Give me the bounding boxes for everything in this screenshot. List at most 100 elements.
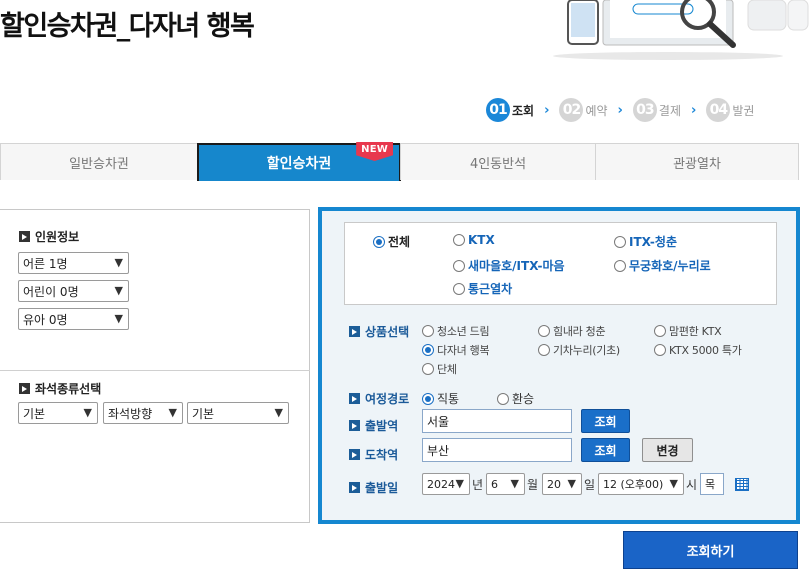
reservation-steps: 01 조회 › 02 예약 › 03 결제 › 04 발권	[486, 96, 764, 124]
monitor-magnifier-illustration	[553, 0, 809, 60]
day-select[interactable]: 20 ▼	[542, 473, 582, 495]
radio-label: KTX 5000 특가	[669, 344, 742, 357]
hour-select[interactable]: 12 (오후00) ▼	[598, 473, 684, 495]
label-text: 여정경로	[365, 392, 410, 406]
arrow-bullet-icon	[349, 420, 360, 431]
radio-product-ktx5000[interactable]: KTX 5000 특가	[654, 342, 742, 358]
chevron-right-icon: ›	[544, 102, 550, 118]
radio-label: 통근열차	[468, 282, 513, 296]
radio-circle	[614, 259, 626, 272]
weekday-display: 목	[700, 473, 724, 495]
infant-count-select[interactable]: 유아 0명 ▼	[18, 308, 129, 330]
swap-stations-button[interactable]: 변경	[642, 438, 693, 462]
radio-circle	[453, 259, 465, 272]
chevron-right-icon: ›	[617, 102, 623, 118]
product-label: 상품선택	[349, 323, 409, 340]
radio-label: 직통	[437, 392, 460, 406]
select-value: 6	[491, 477, 498, 491]
section-label: 인원정보	[35, 230, 80, 244]
radio-circle	[453, 234, 465, 246]
radio-train-all[interactable]: 전체	[373, 233, 410, 250]
tab-discount[interactable]: 할인승차권 NEW	[197, 142, 401, 181]
radio-label: 다자녀 행복	[437, 344, 490, 357]
arrival-search-button[interactable]: 조회	[581, 438, 630, 462]
month-select[interactable]: 6 ▼	[486, 473, 525, 495]
radio-circle	[422, 344, 434, 356]
radio-train-commuter[interactable]: 통근열차	[453, 280, 512, 297]
radio-train-saemaeul[interactable]: 새마을호/ITX-마음	[453, 257, 565, 274]
chevron-down-icon: ▼	[274, 406, 283, 419]
departure-label: 출발역	[349, 417, 398, 434]
radio-product-gichanuri[interactable]: 기차누리(기초)	[538, 342, 620, 358]
radio-product-group[interactable]: 단체	[422, 361, 457, 377]
chevron-down-icon: ▼	[114, 312, 123, 325]
arrival-station-input[interactable]: 부산	[422, 438, 572, 462]
label-text: 출발일	[365, 481, 399, 495]
radio-product-cheer-up[interactable]: 힘내라 청춘	[538, 323, 606, 339]
passenger-panel: 인원정보 어른 1명 ▼ 어린이 0명 ▼ 유아 0명 ▼ 좌석종류선택 기본 ▼ 좌석…	[0, 209, 310, 523]
search-submit-button[interactable]: 조회하기	[623, 531, 798, 569]
hour-unit: 시	[686, 478, 698, 492]
seat-direction-select[interactable]: 좌석방향 ▼	[103, 402, 183, 424]
tab-label: 관광열차	[673, 156, 721, 172]
passenger-section-title: 인원정보	[19, 228, 79, 245]
train-type-box: 전체 KTX ITX-청춘 새마을호/ITX-마음 무궁화호/누리로 통근열차	[344, 222, 777, 305]
radio-product-youth-dream[interactable]: 청소년 드림	[422, 323, 490, 339]
radio-train-ktx[interactable]: KTX	[453, 233, 495, 247]
radio-label: 전체	[388, 235, 411, 249]
radio-train-mugunghwa[interactable]: 무궁화호/누리로	[614, 257, 711, 274]
radio-circle	[453, 282, 465, 295]
radio-circle	[538, 325, 550, 337]
radio-circle	[422, 392, 434, 405]
year-unit: 년	[472, 478, 484, 492]
tab-label: 할인승차권	[266, 156, 332, 172]
departure-station-input[interactable]: 서울	[422, 409, 572, 433]
tab-general[interactable]: 일반승차권	[0, 143, 198, 180]
ticket-tabs: 일반승차권 할인승차권 NEW 4인동반석 관광열차	[0, 142, 799, 181]
child-count-select[interactable]: 어린이 0명 ▼	[18, 280, 129, 302]
calendar-icon[interactable]	[735, 478, 749, 491]
radio-label: 단체	[437, 363, 457, 376]
select-value: 좌석방향	[108, 406, 153, 421]
departure-search-button[interactable]: 조회	[581, 409, 630, 433]
select-value: 어른 1명	[23, 256, 68, 271]
radio-circle	[422, 363, 434, 375]
radio-label: ITX-청춘	[629, 235, 677, 249]
select-value: 기본	[23, 406, 46, 421]
radio-circle	[497, 392, 509, 405]
step-number: 01	[486, 98, 510, 122]
radio-circle	[654, 344, 666, 356]
radio-route-transfer[interactable]: 환승	[497, 390, 534, 407]
chevron-down-icon: ▼	[510, 477, 519, 490]
seat-position-select[interactable]: 기본 ▼	[187, 402, 289, 424]
radio-label: 힘내라 청춘	[553, 325, 606, 338]
tab-label: 일반승차권	[69, 156, 129, 172]
label-text: 상품선택	[365, 325, 410, 339]
step-number: 02	[559, 98, 584, 122]
tab-tour-train[interactable]: 관광열차	[595, 143, 799, 180]
select-value: 20	[547, 477, 561, 491]
year-select[interactable]: 2024 ▼	[422, 473, 470, 495]
new-badge: NEW	[356, 142, 393, 161]
radio-train-itx-cheongchun[interactable]: ITX-청춘	[614, 233, 677, 250]
step-label: 결제	[658, 103, 681, 118]
radio-product-comfy-ktx[interactable]: 맘편한 KTX	[654, 323, 722, 339]
step-payment: 03 결제 ›	[632, 98, 696, 122]
seat-section-title: 좌석종류선택	[19, 380, 101, 397]
radio-label: 기차누리(기초)	[553, 344, 620, 357]
tab-group-seat[interactable]: 4인동반석	[400, 143, 596, 180]
arrow-bullet-icon	[349, 482, 360, 493]
step-label: 예약	[585, 103, 608, 118]
step-search: 01 조회 ›	[486, 98, 549, 122]
search-panel: 전체 KTX ITX-청춘 새마을호/ITX-마음 무궁화호/누리로 통근열차 …	[318, 207, 800, 524]
radio-label: KTX	[468, 233, 495, 247]
radio-label: 맘편한 KTX	[669, 325, 722, 338]
radio-route-direct[interactable]: 직통	[422, 390, 459, 407]
chevron-down-icon: ▼	[168, 406, 177, 419]
adult-count-select[interactable]: 어른 1명 ▼	[18, 252, 129, 274]
seat-type-select[interactable]: 기본 ▼	[18, 402, 98, 424]
tab-label: 4인동반석	[469, 156, 527, 172]
arrow-bullet-icon	[19, 231, 30, 242]
radio-product-multi-child[interactable]: 다자녀 행복	[422, 342, 490, 358]
radio-circle	[422, 325, 434, 337]
